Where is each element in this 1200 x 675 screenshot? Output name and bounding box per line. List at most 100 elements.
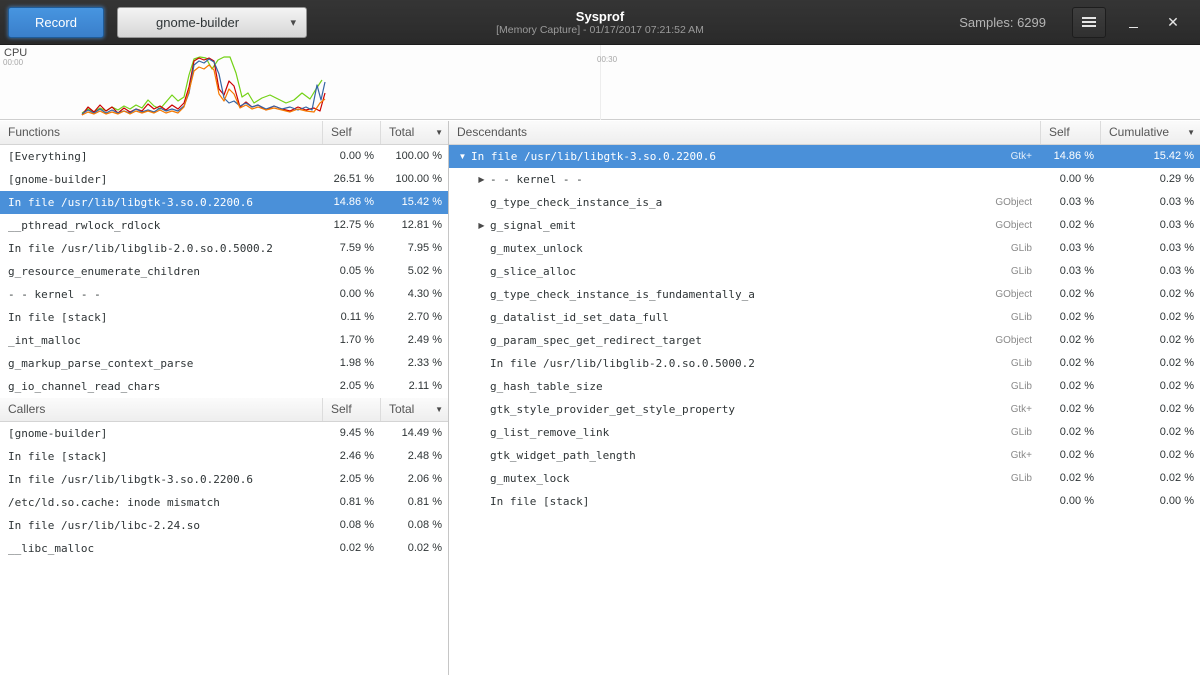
column-header-total[interactable]: Total ▼ bbox=[380, 398, 448, 421]
descendant-row[interactable]: ▶ g_signal_emit GObject 0.02 % 0.03 % bbox=[449, 214, 1200, 237]
self-percent: 0.00 % bbox=[1040, 168, 1100, 191]
function-row[interactable]: _int_malloc 1.70 % 2.49 % bbox=[0, 329, 448, 352]
self-percent: 0.03 % bbox=[1040, 260, 1100, 283]
function-name: In file /usr/lib/libgtk-3.so.0.2200.6 bbox=[471, 145, 716, 168]
headerbar: Record gnome-builder ▾ Sysprof [Memory C… bbox=[0, 0, 1200, 45]
descendant-row[interactable]: gtk_style_provider_get_style_property Gt… bbox=[449, 398, 1200, 421]
library-badge: GObject bbox=[995, 283, 1040, 306]
column-header-self[interactable]: Self bbox=[322, 121, 380, 144]
column-header-cumulative[interactable]: Cumulative ▼ bbox=[1100, 121, 1200, 144]
function-row[interactable]: g_io_channel_read_chars 2.05 % 2.11 % bbox=[0, 375, 448, 398]
self-percent: 0.02 % bbox=[1040, 352, 1100, 375]
cumulative-percent: 0.03 % bbox=[1100, 237, 1200, 260]
function-name: In file /usr/lib/libgtk-3.so.0.2200.6 bbox=[0, 191, 322, 214]
function-name: [Everything] bbox=[0, 145, 322, 168]
column-header-functions[interactable]: Functions bbox=[0, 121, 322, 144]
descendant-row[interactable]: ▼ In file /usr/lib/libgtk-3.so.0.2200.6 … bbox=[449, 145, 1200, 168]
self-percent: 0.11 % bbox=[322, 306, 380, 329]
caller-row[interactable]: In file /usr/lib/libgtk-3.so.0.2200.6 2.… bbox=[0, 468, 448, 491]
total-percent: 2.11 % bbox=[380, 375, 448, 398]
column-header-descendants[interactable]: Descendants bbox=[449, 121, 1040, 144]
function-name: In file /usr/lib/libglib-2.0.so.0.5000.2 bbox=[490, 352, 755, 375]
column-header-callers[interactable]: Callers bbox=[0, 398, 322, 421]
library-badge: Gtk+ bbox=[1011, 145, 1040, 168]
library-badge: Gtk+ bbox=[1011, 444, 1040, 467]
descendant-row[interactable]: g_slice_alloc GLib 0.03 % 0.03 % bbox=[449, 260, 1200, 283]
process-selector-dropdown[interactable]: gnome-builder ▾ bbox=[117, 7, 307, 38]
function-row[interactable]: g_resource_enumerate_children 0.05 % 5.0… bbox=[0, 260, 448, 283]
library-badge: Gtk+ bbox=[1011, 398, 1040, 421]
descendant-row[interactable]: g_mutex_unlock GLib 0.03 % 0.03 % bbox=[449, 237, 1200, 260]
function-name: - - kernel - - bbox=[0, 283, 322, 306]
caller-row[interactable]: [gnome-builder] 9.45 % 14.49 % bbox=[0, 422, 448, 445]
descendant-row[interactable]: In file [stack] 0.00 % 0.00 % bbox=[449, 490, 1200, 513]
function-name: In file [stack] bbox=[490, 490, 589, 513]
self-percent: 0.08 % bbox=[322, 514, 380, 537]
close-button[interactable]: ✕ bbox=[1160, 7, 1186, 38]
process-selector-label: gnome-builder bbox=[156, 15, 239, 30]
cumulative-percent: 0.00 % bbox=[1100, 490, 1200, 513]
descendant-row[interactable]: g_param_spec_get_redirect_target GObject… bbox=[449, 329, 1200, 352]
total-percent: 12.81 % bbox=[380, 214, 448, 237]
cumulative-percent: 0.03 % bbox=[1100, 191, 1200, 214]
minimize-button[interactable] bbox=[1120, 7, 1146, 38]
function-row[interactable]: - - kernel - - 0.00 % 4.30 % bbox=[0, 283, 448, 306]
function-name: gtk_style_provider_get_style_property bbox=[490, 398, 735, 421]
descendant-row[interactable]: g_list_remove_link GLib 0.02 % 0.02 % bbox=[449, 421, 1200, 444]
caller-row[interactable]: __libc_malloc 0.02 % 0.02 % bbox=[0, 537, 448, 560]
self-percent: 1.98 % bbox=[322, 352, 380, 375]
self-percent: 0.02 % bbox=[1040, 421, 1100, 444]
cumulative-percent: 0.02 % bbox=[1100, 306, 1200, 329]
descendant-row[interactable]: g_hash_table_size GLib 0.02 % 0.02 % bbox=[449, 375, 1200, 398]
total-percent: 100.00 % bbox=[380, 168, 448, 191]
caller-row[interactable]: /etc/ld.so.cache: inode mismatch 0.81 % … bbox=[0, 491, 448, 514]
function-row[interactable]: In file /usr/lib/libgtk-3.so.0.2200.6 14… bbox=[0, 191, 448, 214]
descendant-row[interactable]: In file /usr/lib/libglib-2.0.so.0.5000.2… bbox=[449, 352, 1200, 375]
column-header-total[interactable]: Total ▼ bbox=[380, 121, 448, 144]
self-percent: 0.81 % bbox=[322, 491, 380, 514]
column-header-self[interactable]: Self bbox=[322, 398, 380, 421]
expander-icon[interactable]: ▼ bbox=[454, 145, 471, 168]
descendant-row[interactable]: gtk_widget_path_length Gtk+ 0.02 % 0.02 … bbox=[449, 444, 1200, 467]
record-button[interactable]: Record bbox=[8, 7, 104, 38]
function-row[interactable]: In file [stack] 0.11 % 2.70 % bbox=[0, 306, 448, 329]
function-name: g_slice_alloc bbox=[490, 260, 576, 283]
descendant-row[interactable]: g_type_check_instance_is_a GObject 0.03 … bbox=[449, 191, 1200, 214]
library-badge: GObject bbox=[995, 214, 1040, 237]
menu-button[interactable] bbox=[1072, 7, 1106, 38]
descendant-row[interactable]: g_mutex_lock GLib 0.02 % 0.02 % bbox=[449, 467, 1200, 490]
minimize-icon bbox=[1129, 27, 1138, 28]
function-row[interactable]: g_markup_parse_context_parse 1.98 % 2.33… bbox=[0, 352, 448, 375]
total-percent: 0.81 % bbox=[380, 491, 448, 514]
function-name: [gnome-builder] bbox=[0, 422, 322, 445]
self-percent: 2.46 % bbox=[322, 445, 380, 468]
expander-icon[interactable]: ▶ bbox=[473, 214, 490, 237]
column-header-cumulative-label: Cumulative bbox=[1109, 121, 1169, 144]
function-row[interactable]: [Everything] 0.00 % 100.00 % bbox=[0, 145, 448, 168]
cpu-graph[interactable]: CPU 00:00 00:30 bbox=[0, 45, 1200, 120]
samples-count: Samples: 6299 bbox=[959, 15, 1046, 30]
caller-row[interactable]: In file /usr/lib/libc-2.24.so 0.08 % 0.0… bbox=[0, 514, 448, 537]
self-percent: 12.75 % bbox=[322, 214, 380, 237]
function-row[interactable]: __pthread_rwlock_rdlock 12.75 % 12.81 % bbox=[0, 214, 448, 237]
descendant-row[interactable]: ▶ - - kernel - - 0.00 % 0.29 % bbox=[449, 168, 1200, 191]
column-header-total-label: Total bbox=[389, 121, 414, 144]
self-percent: 2.05 % bbox=[322, 468, 380, 491]
caller-row[interactable]: In file [stack] 2.46 % 2.48 % bbox=[0, 445, 448, 468]
cumulative-percent: 0.02 % bbox=[1100, 352, 1200, 375]
cumulative-percent: 0.02 % bbox=[1100, 444, 1200, 467]
self-percent: 0.02 % bbox=[1040, 214, 1100, 237]
self-percent: 1.70 % bbox=[322, 329, 380, 352]
function-row[interactable]: In file /usr/lib/libglib-2.0.so.0.5000.2… bbox=[0, 237, 448, 260]
self-percent: 0.02 % bbox=[1040, 375, 1100, 398]
time-label-start: 00:00 bbox=[3, 58, 23, 67]
descendant-row[interactable]: g_datalist_id_set_data_full GLib 0.02 % … bbox=[449, 306, 1200, 329]
function-name: /etc/ld.so.cache: inode mismatch bbox=[0, 491, 322, 514]
descendant-row[interactable]: g_type_check_instance_is_fundamentally_a… bbox=[449, 283, 1200, 306]
column-header-self[interactable]: Self bbox=[1040, 121, 1100, 144]
expander-icon[interactable]: ▶ bbox=[473, 168, 490, 191]
functions-table-header: Functions Self Total ▼ bbox=[0, 121, 448, 145]
library-badge: GLib bbox=[1011, 260, 1040, 283]
function-name: g_io_channel_read_chars bbox=[0, 375, 322, 398]
function-row[interactable]: [gnome-builder] 26.51 % 100.00 % bbox=[0, 168, 448, 191]
